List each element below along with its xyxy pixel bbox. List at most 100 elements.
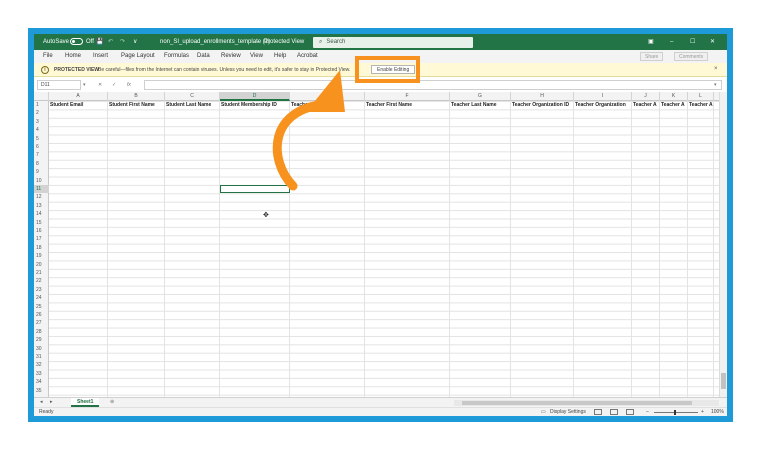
normal-view-icon[interactable] bbox=[594, 409, 602, 415]
select-all-corner[interactable] bbox=[34, 92, 49, 101]
cancel-icon[interactable]: ✕ bbox=[98, 80, 102, 90]
save-icon[interactable]: 💾 bbox=[96, 34, 103, 50]
ribbon-display-icon[interactable]: ▣ bbox=[648, 34, 654, 50]
column-header[interactable]: I bbox=[574, 92, 632, 101]
row-header[interactable]: 15 bbox=[34, 219, 49, 227]
zoom-out-button[interactable]: – bbox=[646, 409, 649, 416]
header-cell[interactable]: Student Email bbox=[49, 102, 107, 110]
column-header[interactable]: G bbox=[450, 92, 511, 101]
row-header[interactable]: 7 bbox=[34, 151, 49, 159]
zoom-slider-thumb[interactable] bbox=[674, 410, 676, 415]
formula-input[interactable] bbox=[144, 80, 722, 90]
column-header[interactable]: K bbox=[660, 92, 688, 101]
row-header[interactable]: 16 bbox=[34, 227, 49, 235]
next-sheet-icon[interactable]: ▸ bbox=[50, 398, 53, 407]
tab-formulas[interactable]: Formulas bbox=[164, 53, 189, 59]
row-header[interactable]: 31 bbox=[34, 353, 49, 361]
tab-insert[interactable]: Insert bbox=[93, 53, 108, 59]
search-box[interactable]: ⌕ Search bbox=[313, 37, 473, 48]
namebox-dropdown-icon[interactable]: ▾ bbox=[83, 80, 86, 90]
row-header[interactable]: 26 bbox=[34, 311, 49, 319]
tab-file[interactable]: File bbox=[43, 53, 53, 59]
row-header[interactable]: 30 bbox=[34, 345, 49, 353]
row-header[interactable]: 27 bbox=[34, 319, 49, 327]
row-header[interactable]: 13 bbox=[34, 202, 49, 210]
header-cell[interactable]: Student Membership ID bbox=[220, 102, 289, 110]
expand-formula-icon[interactable]: ▾ bbox=[714, 80, 717, 90]
row-header[interactable]: 3 bbox=[34, 118, 49, 126]
name-box[interactable]: D11 bbox=[37, 80, 81, 90]
header-cell[interactable]: Student First Name bbox=[108, 102, 164, 110]
row-header[interactable]: 9 bbox=[34, 168, 49, 176]
header-cell[interactable]: Teacher Organization bbox=[574, 102, 631, 110]
row-header[interactable]: 20 bbox=[34, 261, 49, 269]
tab-page-layout[interactable]: Page Layout bbox=[121, 53, 155, 59]
customize-toolbar-icon[interactable]: ∨ bbox=[133, 34, 137, 50]
tab-acrobat[interactable]: Acrobat bbox=[297, 53, 318, 59]
row-header[interactable]: 14 bbox=[34, 210, 49, 218]
header-cell[interactable]: Teacher A bbox=[632, 102, 659, 110]
tab-home[interactable]: Home bbox=[65, 53, 81, 59]
row-header[interactable]: 1 bbox=[34, 101, 49, 109]
close-message-icon[interactable]: × bbox=[714, 66, 718, 72]
share-button[interactable]: Share bbox=[640, 52, 664, 61]
display-settings-icon[interactable]: ▭ bbox=[541, 409, 546, 416]
row-header[interactable]: 21 bbox=[34, 269, 49, 277]
row-header[interactable]: 24 bbox=[34, 294, 49, 302]
comments-button[interactable]: Comments bbox=[674, 52, 709, 61]
tab-view[interactable]: View bbox=[250, 53, 263, 59]
enter-icon[interactable]: ✓ bbox=[112, 80, 116, 90]
column-header[interactable]: J bbox=[632, 92, 660, 101]
restore-button[interactable]: ☐ bbox=[690, 34, 695, 50]
row-header[interactable]: 4 bbox=[34, 126, 49, 134]
zoom-slider[interactable] bbox=[654, 412, 698, 413]
row-header[interactable]: 5 bbox=[34, 135, 49, 143]
autosave-toggle[interactable] bbox=[70, 38, 83, 45]
minimize-button[interactable]: – bbox=[670, 34, 673, 50]
page-layout-view-icon[interactable] bbox=[610, 409, 618, 415]
row-header[interactable]: 17 bbox=[34, 235, 49, 243]
row-header[interactable]: 25 bbox=[34, 303, 49, 311]
row-header[interactable]: 34 bbox=[34, 378, 49, 386]
column-header[interactable]: C bbox=[165, 92, 220, 101]
insert-function-icon[interactable]: fx bbox=[127, 80, 131, 90]
row-header[interactable]: 22 bbox=[34, 277, 49, 285]
row-header[interactable]: 6 bbox=[34, 143, 49, 151]
header-cell[interactable]: Teacher First Name bbox=[365, 102, 449, 110]
column-header[interactable]: L bbox=[688, 92, 714, 101]
column-header[interactable]: F bbox=[365, 92, 450, 101]
row-header[interactable]: 2 bbox=[34, 109, 49, 117]
column-header[interactable]: B bbox=[108, 92, 165, 101]
row-header[interactable]: 28 bbox=[34, 328, 49, 336]
cell-area[interactable]: Student Email Student First Name Student L… bbox=[49, 101, 719, 397]
undo-icon[interactable]: ↶ bbox=[108, 34, 113, 50]
row-header[interactable]: 23 bbox=[34, 286, 49, 294]
tab-review[interactable]: Review bbox=[221, 53, 241, 59]
row-header[interactable]: 11 bbox=[34, 185, 49, 194]
close-button[interactable]: ✕ bbox=[710, 34, 715, 50]
row-header[interactable]: 8 bbox=[34, 160, 49, 168]
row-header[interactable]: 33 bbox=[34, 370, 49, 378]
tab-data[interactable]: Data bbox=[197, 53, 210, 59]
page-break-view-icon[interactable] bbox=[626, 409, 634, 415]
header-cell[interactable]: Teacher Email bbox=[290, 102, 364, 110]
column-header[interactable]: H bbox=[511, 92, 574, 101]
column-header[interactable]: A bbox=[49, 92, 108, 101]
header-cell[interactable]: Teacher Last Name bbox=[450, 102, 510, 110]
header-cell[interactable]: Student Last Name bbox=[165, 102, 219, 110]
display-settings[interactable]: Display Settings bbox=[550, 409, 586, 416]
sheet-tab[interactable]: Sheet1 bbox=[71, 398, 100, 407]
row-header[interactable]: 32 bbox=[34, 361, 49, 369]
vertical-scrollbar[interactable] bbox=[719, 92, 727, 397]
row-header[interactable]: 29 bbox=[34, 336, 49, 344]
row-header[interactable]: 35 bbox=[34, 387, 49, 395]
row-header[interactable]: 18 bbox=[34, 244, 49, 252]
h-scroll-thumb[interactable] bbox=[462, 401, 692, 405]
selected-cell[interactable] bbox=[220, 185, 290, 194]
tab-help[interactable]: Help bbox=[274, 53, 286, 59]
add-sheet-icon[interactable]: ⊕ bbox=[110, 398, 114, 407]
header-cell[interactable]: Teacher Organization ID bbox=[511, 102, 573, 110]
row-header[interactable]: 19 bbox=[34, 252, 49, 260]
row-header[interactable]: 10 bbox=[34, 177, 49, 185]
scroll-thumb[interactable] bbox=[721, 373, 726, 389]
